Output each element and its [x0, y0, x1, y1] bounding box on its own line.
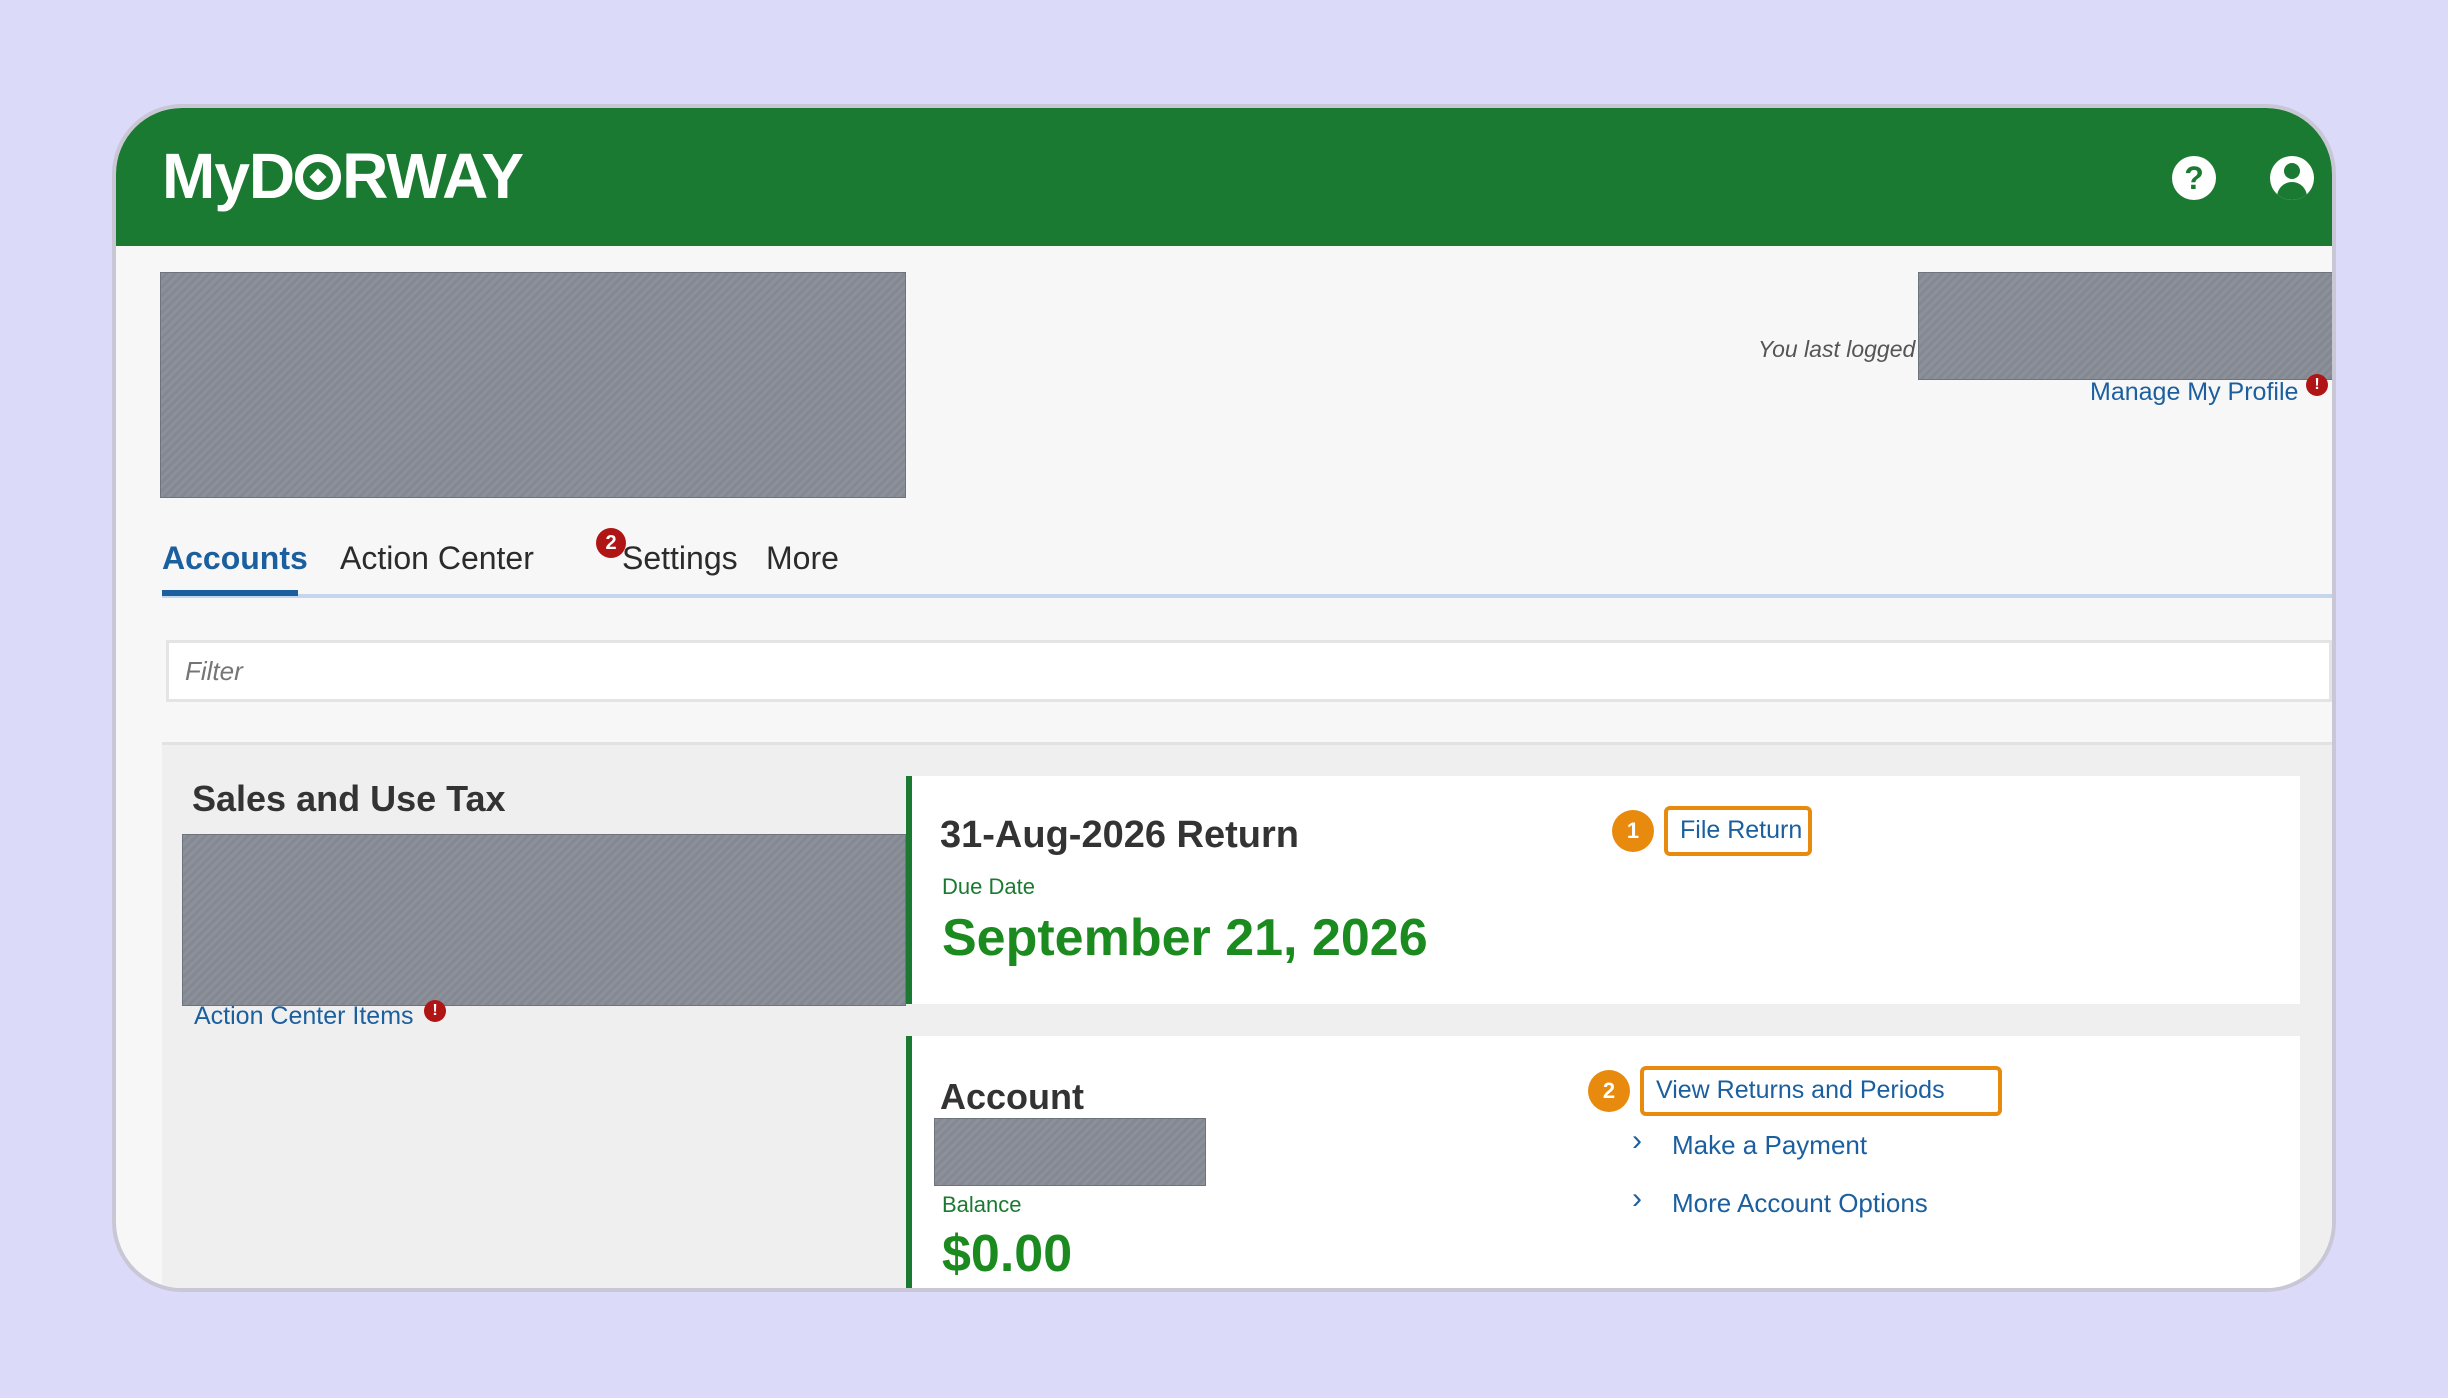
chevron-right-icon: ›	[1632, 1124, 1642, 1157]
active-tab-indicator	[162, 590, 298, 596]
manage-profile-badge: !	[2306, 374, 2328, 396]
top-navigation-bar: MyD RWAY ?	[116, 108, 2332, 246]
tab-action-center[interactable]: Action Center	[340, 540, 534, 577]
tab-accounts[interactable]: Accounts	[162, 540, 308, 577]
tabs-divider	[162, 594, 2332, 598]
more-account-options-link[interactable]: More Account Options	[1672, 1188, 1928, 1219]
filter-input[interactable]	[166, 640, 2332, 702]
redacted-account-details	[182, 834, 906, 1006]
account-card-title: Account	[940, 1076, 1084, 1117]
logo-text-start: MyD	[162, 140, 295, 212]
logo-text-end: RWAY	[342, 140, 524, 212]
browser-frame: MyD RWAY ? You last logged Manage My Prof…	[112, 104, 2336, 1292]
view-returns-periods-link[interactable]: View Returns and Periods	[1640, 1066, 2002, 1116]
redacted-business-name	[160, 272, 906, 498]
step-1-marker: 1	[1612, 810, 1654, 852]
tab-more[interactable]: More	[766, 540, 839, 577]
return-card	[906, 776, 2300, 1004]
last-logged-text: You last logged	[1758, 336, 1916, 362]
due-date-value: September 21, 2026	[942, 909, 1428, 967]
user-icon-body	[2277, 182, 2307, 200]
help-icon-glyph: ?	[2184, 160, 2204, 196]
redacted-account-number	[934, 1118, 1206, 1186]
balance-label: Balance	[942, 1192, 1022, 1217]
make-payment-link[interactable]: Make a Payment	[1672, 1130, 1867, 1161]
step-2-marker: 2	[1588, 1070, 1630, 1112]
return-title: 31-Aug-2026 Return	[940, 814, 1299, 856]
redacted-last-login	[1918, 272, 2332, 380]
manage-profile-link[interactable]: Manage My Profile	[2090, 378, 2298, 407]
logo-o-icon	[295, 154, 342, 200]
help-icon[interactable]: ?	[2172, 156, 2216, 200]
balance-value: $0.00	[942, 1225, 1073, 1283]
action-center-items-link[interactable]: Action Center Items	[194, 1002, 414, 1031]
file-return-link[interactable]: File Return	[1664, 806, 1812, 856]
account-type-title: Sales and Use Tax	[192, 778, 506, 819]
tab-bar: Accounts Action Center 2 Settings More	[162, 528, 2332, 580]
mydorway-logo[interactable]: MyD RWAY	[162, 136, 524, 216]
tab-settings[interactable]: Settings	[622, 540, 738, 577]
due-date-label: Due Date	[942, 874, 1035, 899]
chevron-right-icon: ›	[1632, 1182, 1642, 1215]
user-icon-head	[2284, 163, 2300, 179]
action-center-items-badge: !	[424, 1000, 446, 1022]
user-icon[interactable]	[2270, 156, 2314, 200]
